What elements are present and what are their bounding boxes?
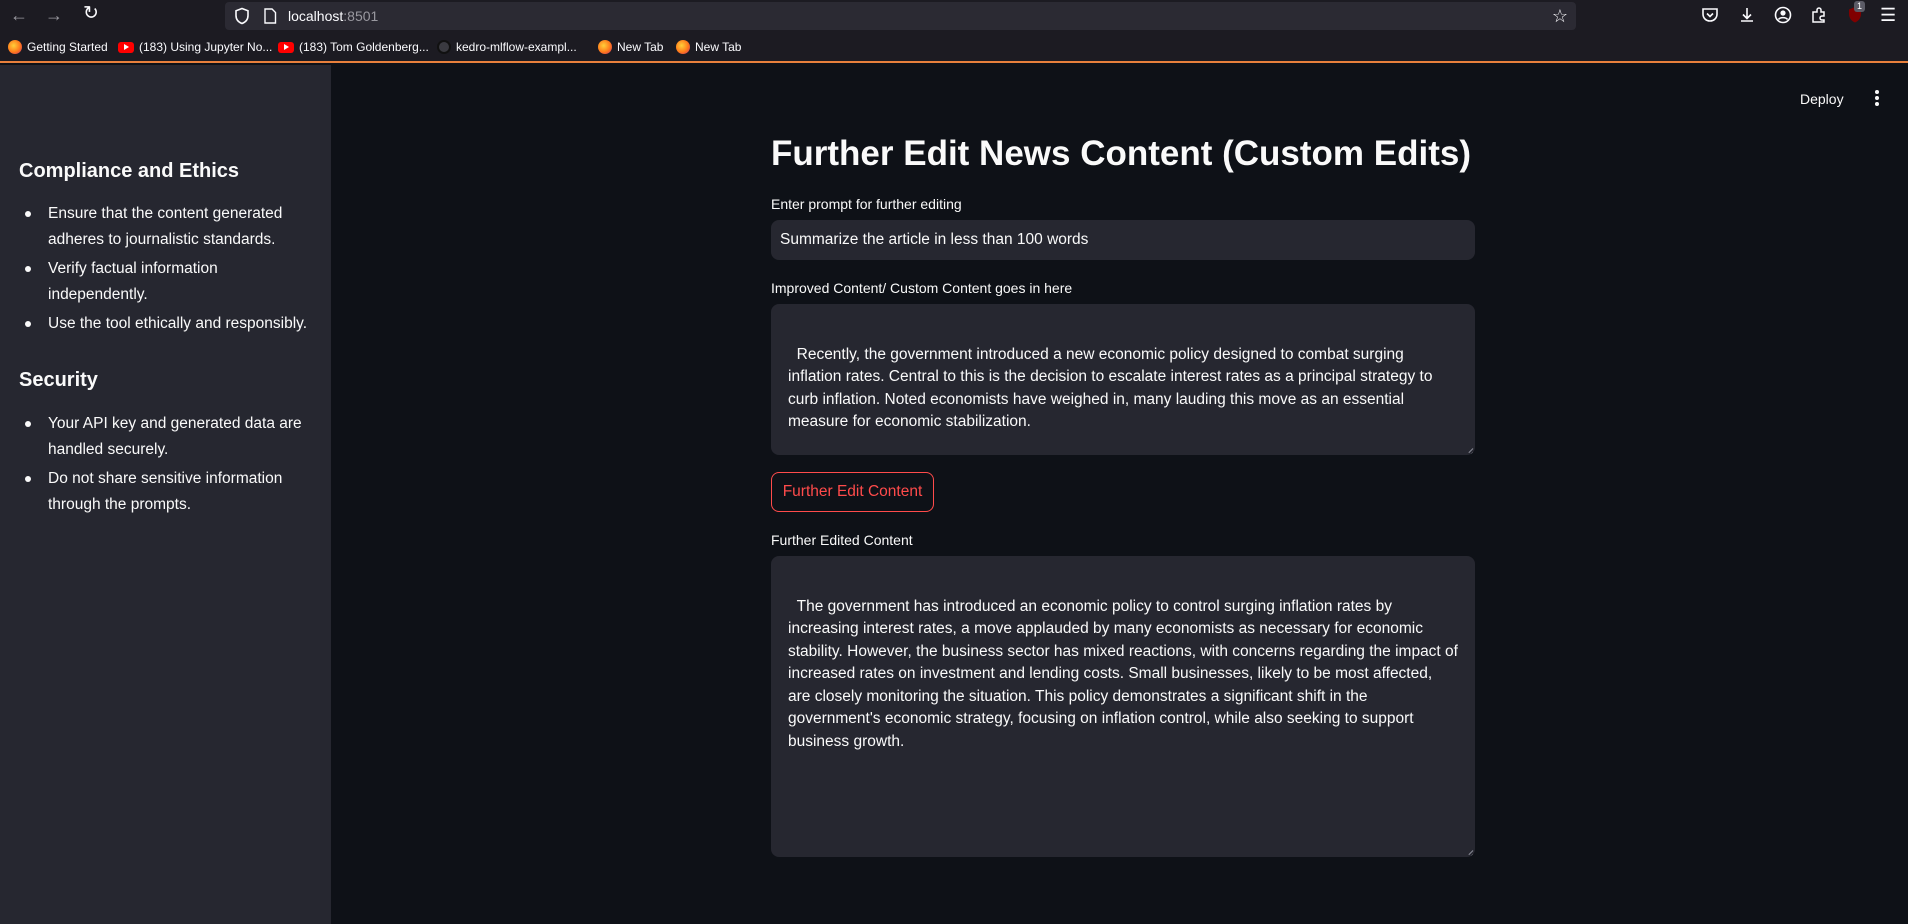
bookmark-label: New Tab (617, 40, 664, 54)
sidebar-heading-security: Security (19, 369, 98, 391)
security-list: Your API key and generated data are hand… (19, 411, 309, 521)
page-icon (264, 8, 277, 24)
youtube-icon (118, 41, 134, 53)
bookmark-item[interactable]: (183) Using Jupyter No... (118, 39, 272, 55)
deploy-button[interactable]: Deploy (1800, 91, 1844, 107)
url-port: :8501 (343, 8, 379, 24)
bookmarks-bar: Getting Started (183) Using Jupyter No..… (0, 31, 1908, 63)
firefox-icon (8, 40, 22, 54)
reload-icon[interactable]: ↻ (79, 3, 103, 25)
pocket-icon[interactable] (1700, 5, 1722, 27)
bookmark-item[interactable]: New Tab (598, 39, 663, 55)
list-item: Do not share sensitive information throu… (19, 466, 309, 518)
extension-badge: 1 (1854, 1, 1866, 12)
edited-content-text: The government has introduced an economi… (788, 597, 1463, 750)
bookmark-label: New Tab (695, 40, 742, 54)
prompt-label: Enter prompt for further editing (771, 196, 962, 212)
browser-toolbar: ← → ↻ localhost:8501 ☆ 1 ☰ (0, 0, 1908, 31)
list-item: Use the tool ethically and responsibly. (19, 311, 309, 337)
bookmark-item[interactable]: Getting Started (8, 39, 108, 55)
url-text[interactable]: localhost:8501 (288, 8, 378, 24)
firefox-icon (598, 40, 612, 54)
improved-content-textarea[interactable]: Recently, the government introduced a ne… (771, 304, 1475, 455)
resize-handle-icon[interactable] (1463, 845, 1473, 855)
list-item: Ensure that the content generated adhere… (19, 201, 309, 253)
list-item: Your API key and generated data are hand… (19, 411, 309, 463)
extensions-icon[interactable] (1809, 5, 1831, 27)
firefox-icon (676, 40, 690, 54)
sidebar: Compliance and Ethics Ensure that the co… (0, 65, 331, 924)
download-icon[interactable] (1737, 5, 1759, 27)
resize-handle-icon[interactable] (1463, 443, 1473, 453)
further-edit-button[interactable]: Further Edit Content (771, 472, 934, 512)
menu-icon[interactable]: ☰ (1880, 5, 1902, 27)
youtube-icon (278, 41, 294, 53)
url-bar[interactable]: localhost:8501 ☆ (225, 2, 1576, 30)
bookmark-label: Getting Started (27, 40, 108, 54)
bookmark-label: kedro-mlflow-exampl... (456, 40, 577, 54)
bookmark-star-icon[interactable]: ☆ (1552, 6, 1568, 27)
improved-content-text: Recently, the government introduced a ne… (788, 345, 1433, 431)
account-icon[interactable] (1773, 5, 1795, 27)
sidebar-heading-compliance: Compliance and Ethics (19, 160, 240, 182)
compliance-list: Ensure that the content generated adhere… (19, 201, 309, 340)
bookmark-item[interactable]: (183) Tom Goldenberg... (278, 39, 429, 55)
edited-content-textarea[interactable]: The government has introduced an economi… (771, 556, 1475, 857)
ublock-extension-icon[interactable]: 1 (1845, 1, 1867, 27)
more-options-icon[interactable] (1870, 88, 1884, 108)
prompt-input[interactable] (771, 220, 1475, 260)
bookmark-label: (183) Tom Goldenberg... (299, 40, 429, 54)
bookmark-label: (183) Using Jupyter No... (139, 40, 273, 54)
back-icon[interactable]: ← (7, 4, 31, 26)
shield-icon[interactable] (233, 7, 251, 25)
bookmark-item[interactable]: kedro-mlflow-exampl... (437, 39, 577, 55)
page-title: Further Edit News Content (Custom Edits) (771, 134, 1471, 173)
url-host: localhost (288, 8, 344, 24)
improved-content-label: Improved Content/ Custom Content goes in… (771, 280, 1073, 296)
github-icon (437, 40, 451, 54)
bookmark-item[interactable]: New Tab (676, 39, 741, 55)
forward-icon[interactable]: → (42, 4, 66, 26)
list-item: Verify factual information independently… (19, 256, 309, 308)
edited-content-label: Further Edited Content (771, 532, 913, 548)
